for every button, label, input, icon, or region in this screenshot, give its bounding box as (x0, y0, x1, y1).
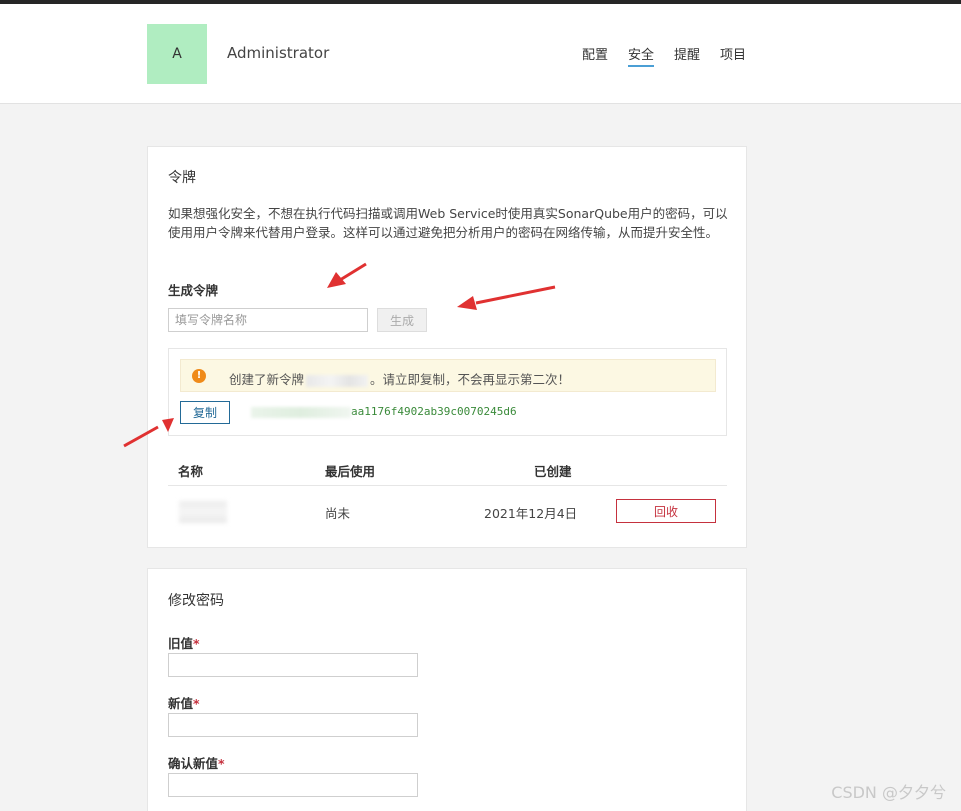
tab-security[interactable]: 安全 (628, 44, 655, 67)
username: Administrator (227, 44, 330, 62)
copy-button[interactable]: 复制 (180, 401, 230, 424)
change-password-card: 修改密码 旧值* 新值* 确认新值* (147, 568, 747, 811)
tab-notifications[interactable]: 提醒 (674, 44, 700, 63)
redacted-token-name-cell (179, 501, 227, 523)
warning-icon: ! (192, 369, 206, 383)
last-used-cell: 尚未 (325, 506, 351, 521)
warning-alert: ! 创建了新令牌 。请立即复制，不会再显示第二次！ (180, 359, 716, 392)
confirm-password-label: 确认新值* (168, 756, 225, 771)
redacted-token-name (306, 374, 369, 387)
token-value: aa1176f4902ab39c0070245d6 (251, 405, 517, 418)
column-header-created: 已创建 (534, 464, 572, 479)
tab-projects[interactable]: 项目 (720, 44, 746, 63)
generate-button[interactable]: 生成 (377, 308, 427, 332)
confirm-password-input[interactable] (168, 773, 418, 797)
tab-config[interactable]: 配置 (582, 44, 608, 63)
revoke-button[interactable]: 回收 (616, 499, 716, 523)
account-header: A Administrator 配置 安全 提醒 项目 (0, 4, 961, 104)
old-password-input[interactable] (168, 653, 418, 677)
watermark: CSDN @夕夕兮 (831, 783, 946, 802)
table-divider (168, 485, 727, 486)
alert-message: 创建了新令牌 。请立即复制，不会再显示第二次！ (229, 372, 571, 387)
column-header-last-used: 最后使用 (325, 464, 376, 479)
tokens-description: 如果想强化安全，不想在执行代码扫描或调用Web Service时使用真实Sona… (168, 206, 728, 240)
new-password-label: 新值* (168, 696, 200, 711)
generate-token-label: 生成令牌 (168, 283, 219, 298)
tokens-title: 令牌 (168, 170, 196, 186)
avatar: A (147, 24, 207, 84)
password-title: 修改密码 (168, 593, 224, 609)
token-name-input[interactable] (168, 308, 368, 332)
new-token-box: ! 创建了新令牌 。请立即复制，不会再显示第二次！ 复制 aa1176f4902a… (168, 348, 727, 436)
tokens-card: 令牌 如果想强化安全，不想在执行代码扫描或调用Web Service时使用真实S… (147, 146, 747, 548)
column-header-name: 名称 (178, 464, 204, 479)
new-password-input[interactable] (168, 713, 418, 737)
old-password-label: 旧值* (168, 636, 200, 651)
redacted-token-prefix (251, 406, 351, 418)
created-cell: 2021年12月4日 (484, 506, 578, 521)
